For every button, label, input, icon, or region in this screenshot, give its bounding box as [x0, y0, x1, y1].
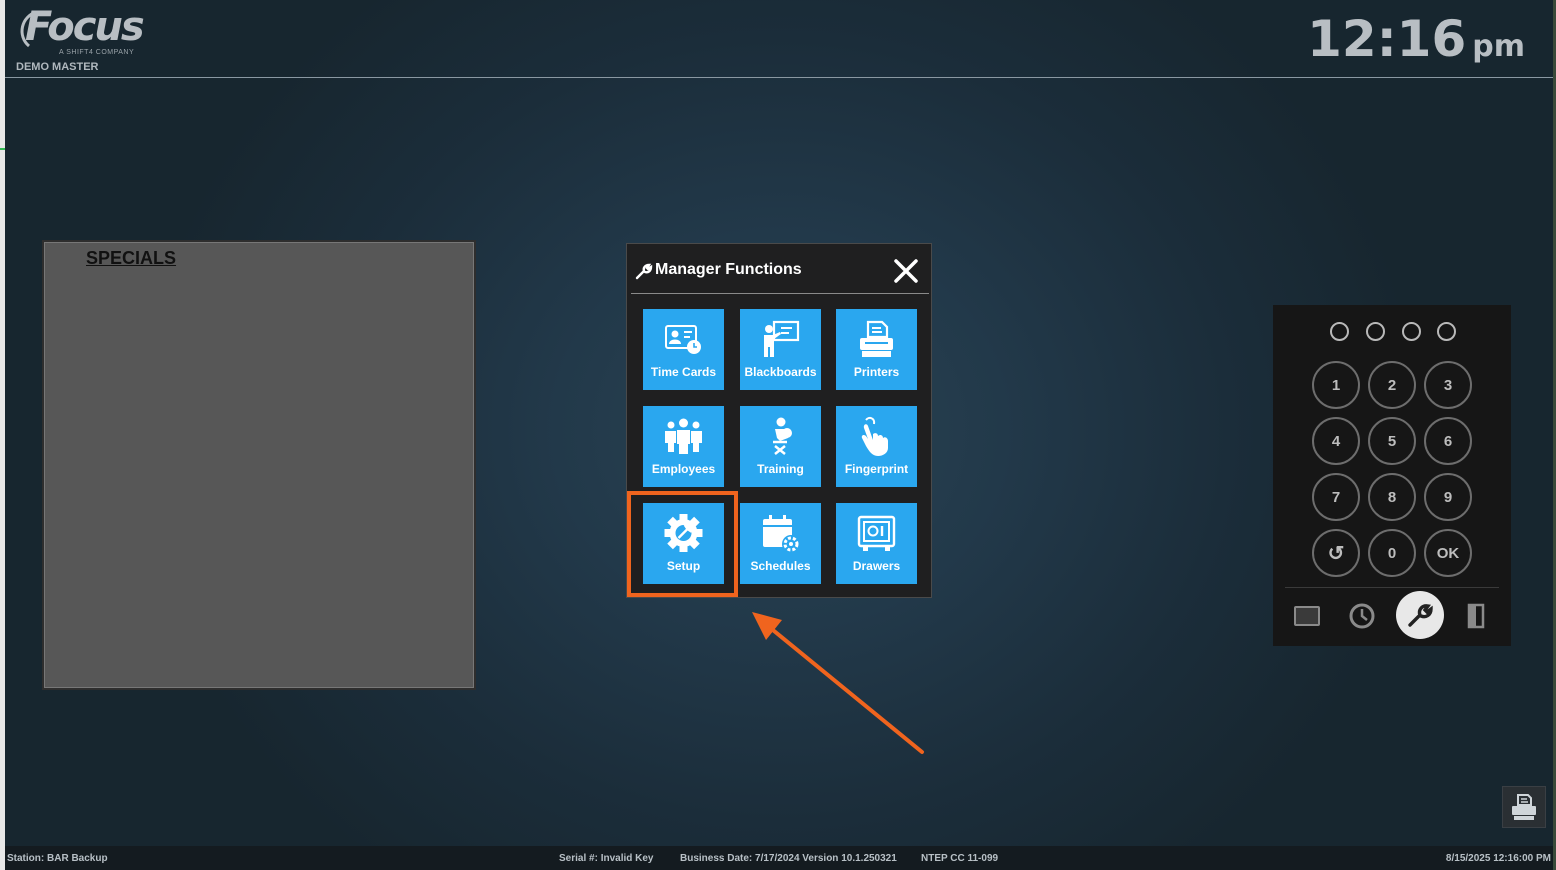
tile-label: Printers [853, 365, 900, 379]
blackboards-button[interactable]: Blackboards [740, 309, 821, 390]
printer-icon [860, 320, 893, 357]
tile-label: Employees [651, 462, 716, 476]
employees-icon [665, 418, 702, 454]
printers-button[interactable]: Printers [836, 309, 917, 390]
printer-icon [1512, 794, 1536, 820]
store-name: DEMO MASTER [16, 61, 99, 73]
datetime-label: 8/15/2025 12:16:00 PM [1445, 853, 1551, 864]
blackboard-icon [764, 320, 800, 357]
screen-icon [1294, 606, 1320, 626]
clock-icon [1349, 603, 1375, 629]
setup-gear-icon [664, 514, 703, 552]
tile-label: Fingerprint [844, 462, 909, 476]
tile-label: Blackboards [744, 365, 817, 379]
tile-label: Schedules [750, 559, 811, 573]
tile-label: Setup [666, 559, 701, 573]
fingerprint-hand-icon [861, 416, 888, 456]
wrench-icon [1408, 604, 1433, 627]
serial-label: Serial #: Invalid Key [559, 853, 654, 864]
specials-title: SPECIALS [86, 248, 177, 268]
clock-ampm: pm [1472, 29, 1525, 64]
exit-door-icon [1467, 603, 1485, 629]
pin-dot [1366, 322, 1385, 341]
key-ok[interactable]: OK [1424, 529, 1472, 577]
tile-label: Time Cards [650, 365, 717, 379]
manager-functions-button[interactable] [1396, 591, 1444, 639]
schedules-button[interactable]: Schedules [740, 503, 821, 584]
login-keypad: 1 2 3 4 5 6 7 8 9 ↺ 0 OK [1273, 305, 1511, 646]
key-0[interactable]: 0 [1368, 529, 1416, 577]
dialog-header: Manager Functions [631, 248, 929, 294]
specials-panel: SPECIALS [42, 240, 476, 690]
employees-button[interactable]: Employees [643, 406, 724, 487]
ntep-label: NTEP CC 11-099 [921, 853, 999, 864]
left-window-edge [0, 0, 5, 870]
station-label: Station: BAR Backup [7, 853, 108, 864]
schedules-icon [763, 515, 800, 553]
clock: 12:16 pm [1307, 10, 1525, 68]
logo-word: Focus [25, 4, 145, 50]
fingerprint-button[interactable]: Fingerprint [836, 406, 917, 487]
pin-dot [1402, 322, 1421, 341]
key-3[interactable]: 3 [1424, 361, 1472, 409]
exit-button[interactable] [1453, 593, 1499, 639]
setup-button[interactable]: Setup [643, 503, 724, 584]
training-button[interactable]: Training [740, 406, 821, 487]
tile-label: Training [757, 462, 804, 476]
business-date-label: Business Date: 7/17/2024 Version 10.1.25… [680, 853, 897, 864]
clock-time: 12:16 [1307, 10, 1467, 68]
key-7[interactable]: 7 [1312, 473, 1360, 521]
time-card-icon [665, 325, 701, 354]
logo-subtitle: A SHIFT4 COMPANY [59, 49, 135, 56]
pin-dot [1330, 322, 1349, 341]
key-2[interactable]: 2 [1368, 361, 1416, 409]
training-icon [773, 417, 792, 455]
keypad-divider [1285, 587, 1499, 588]
clock-button[interactable] [1339, 593, 1385, 639]
print-button[interactable] [1502, 786, 1546, 828]
time-cards-button[interactable]: Time Cards [643, 309, 724, 390]
key-4[interactable]: 4 [1312, 417, 1360, 465]
tile-label: Drawers [852, 559, 901, 573]
header-bar: Focus A SHIFT4 COMPANY DEMO MASTER 12:16… [5, 0, 1553, 78]
key-6[interactable]: 6 [1424, 417, 1472, 465]
drawer-safe-icon [857, 515, 896, 551]
key-9[interactable]: 9 [1424, 473, 1472, 521]
pin-dot [1437, 322, 1456, 341]
key-5[interactable]: 5 [1368, 417, 1416, 465]
close-icon[interactable] [891, 256, 921, 286]
key-clear-undo[interactable]: ↺ [1312, 529, 1360, 577]
key-1[interactable]: 1 [1312, 361, 1360, 409]
wrench-icon [635, 263, 653, 280]
key-8[interactable]: 8 [1368, 473, 1416, 521]
screen-button[interactable] [1284, 593, 1330, 639]
status-bar: Station: BAR Backup Serial #: Invalid Ke… [5, 846, 1553, 870]
dialog-title: Manager Functions [655, 261, 802, 278]
drawers-button[interactable]: Drawers [836, 503, 917, 584]
manager-functions-dialog: Manager Functions Time Cards Blackboards [626, 243, 932, 598]
